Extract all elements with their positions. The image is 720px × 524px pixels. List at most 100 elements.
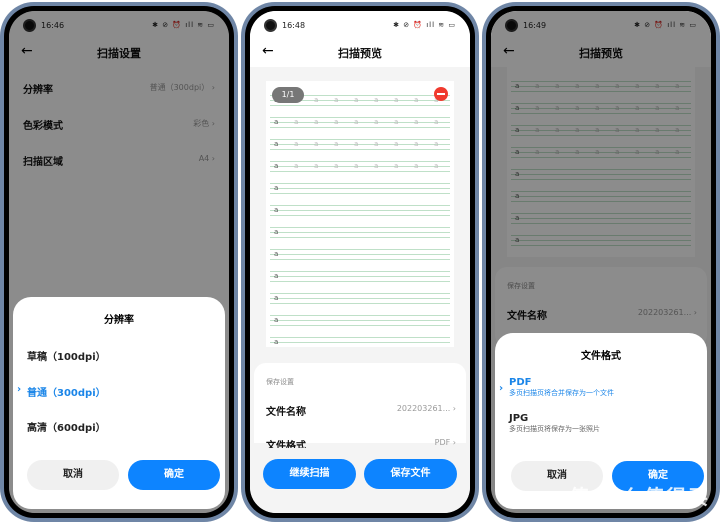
guide-line: [270, 298, 450, 299]
row-file-name[interactable]: 文件名称 202203261... ›: [266, 403, 456, 423]
guide-line: [270, 127, 450, 128]
letter-glyph: a: [314, 96, 319, 104]
option-desc: 多页扫描页将保存为一张照片: [509, 425, 600, 433]
guide-line: [270, 281, 450, 282]
sheet-title: 分辨率: [104, 315, 134, 326]
resolution-sheet: 分辨率 草稿（100dpi） › 普通（300dpi） 高清（600dpi） 取消…: [13, 297, 225, 509]
scan-page-preview[interactable]: 1/1 a a a a a a a a a a a a a a a a a a a a a a a a a a a a a a a a a a a a…: [266, 81, 454, 347]
guide-line: [270, 210, 450, 211]
guide-line: [270, 271, 450, 272]
camera-icon: [264, 19, 277, 32]
letter-glyph: a: [274, 228, 279, 236]
confirm-button[interactable]: 确定: [128, 460, 220, 490]
letter-glyph: a: [334, 96, 339, 104]
letter-glyph: a: [294, 118, 299, 126]
guide-line: [270, 259, 450, 260]
guide-line: [270, 315, 450, 316]
guide-line: [270, 254, 450, 255]
header: ← 扫描预览: [250, 39, 470, 69]
guide-line: [270, 188, 450, 189]
section-label: 保存设置: [266, 378, 294, 386]
letter-glyph: a: [274, 140, 279, 148]
phone-resolution: 16:46 ✱ ⊘ ⏰ ıll ≋ ▭ ← 扫描设置 分辨率 普通（300dpi） ›…: [0, 2, 238, 522]
row-value: 202203261...: [396, 404, 451, 413]
letter-glyph: a: [394, 118, 399, 126]
option-pdf[interactable]: › PDF 多页扫描页将合并保存为一个文件: [499, 377, 614, 398]
delete-page-icon[interactable]: [434, 87, 448, 101]
guide-line: [270, 342, 450, 343]
guide-line: [270, 320, 450, 321]
option-high[interactable]: 高清（600dpi）: [27, 419, 106, 434]
letter-glyph: a: [414, 140, 419, 148]
letter-glyph: a: [274, 294, 279, 302]
option-label: 普通（300dpi）: [27, 388, 106, 399]
selected-chevron-icon: ›: [17, 384, 22, 395]
guide-line: [270, 193, 450, 194]
cancel-button[interactable]: 取消: [27, 460, 119, 490]
letter-glyph: a: [274, 316, 279, 324]
row-label: 文件名称: [266, 407, 306, 418]
letter-glyph: a: [434, 162, 439, 170]
letter-glyph: a: [354, 96, 359, 104]
option-label: PDF: [509, 377, 532, 388]
save-settings-card: 保存设置 文件名称 202203261... › 文件格式 PDF ›: [254, 363, 466, 452]
letter-glyph: a: [334, 118, 339, 126]
letter-glyph: a: [274, 118, 279, 126]
phone-preview: 16:48 ✱ ⊘ ⏰ ıll ≋ ▭ ← 扫描预览 1/1 a a a a a a a a a a a…: [241, 2, 479, 522]
continue-scan-button[interactable]: 继续扫描: [263, 459, 356, 489]
option-jpg[interactable]: JPG 多页扫描页将保存为一张照片: [509, 413, 600, 434]
letter-glyph: a: [274, 184, 279, 192]
letter-glyph: a: [334, 162, 339, 170]
letter-glyph: a: [394, 96, 399, 104]
guide-line: [270, 149, 450, 150]
guide-line: [270, 276, 450, 277]
option-normal[interactable]: › 普通（300dpi）: [17, 384, 106, 399]
letter-glyph: a: [354, 140, 359, 148]
guide-line: [270, 227, 450, 228]
phone-format: 16:49 ✱ ⊘ ⏰ ıll ≋ ▭ ← 扫描预览 aaaaaaaaaaaaaaa…: [482, 2, 720, 522]
save-file-button[interactable]: 保存文件: [364, 459, 457, 489]
guide-line: [270, 215, 450, 216]
letter-glyph: a: [414, 118, 419, 126]
page-counter: 1/1: [272, 87, 304, 103]
letter-glyph: a: [274, 338, 279, 346]
guide-line: [270, 205, 450, 206]
row-value: PDF: [434, 438, 451, 447]
guide-line: [270, 303, 450, 304]
guide-line: [270, 105, 450, 106]
letter-glyph: a: [374, 162, 379, 170]
letter-glyph: a: [354, 118, 359, 126]
clock: 16:48: [282, 21, 306, 30]
status-icons: ✱ ⊘ ⏰ ıll ≋ ▭: [393, 21, 456, 29]
letter-glyph: a: [294, 162, 299, 170]
option-draft[interactable]: 草稿（100dpi）: [27, 348, 106, 363]
guide-line: [270, 171, 450, 172]
letter-glyph: a: [434, 118, 439, 126]
sheet-title: 文件格式: [581, 351, 621, 362]
letter-glyph: a: [274, 206, 279, 214]
watermark: 值 什么值得买: [569, 485, 710, 509]
guide-line: [270, 183, 450, 184]
option-label: JPG: [509, 413, 529, 424]
guide-line: [270, 337, 450, 338]
letter-glyph: a: [374, 96, 379, 104]
option-desc: 多页扫描页将合并保存为一个文件: [509, 389, 614, 397]
letter-glyph: a: [374, 140, 379, 148]
letter-glyph: a: [414, 96, 419, 104]
letter-glyph: a: [434, 140, 439, 148]
guide-line: [270, 325, 450, 326]
letter-glyph: a: [294, 140, 299, 148]
letter-glyph: a: [314, 118, 319, 126]
letter-glyph: a: [274, 162, 279, 170]
letter-glyph: a: [394, 162, 399, 170]
letter-glyph: a: [314, 162, 319, 170]
letter-glyph: a: [314, 140, 319, 148]
status-bar: 16:48 ✱ ⊘ ⏰ ıll ≋ ▭: [250, 19, 470, 37]
letter-glyph: a: [274, 272, 279, 280]
page-title: 扫描预览: [338, 47, 382, 60]
letter-glyph: a: [334, 140, 339, 148]
letter-glyph: a: [274, 250, 279, 258]
letter-glyph: a: [394, 140, 399, 148]
selected-chevron-icon: ›: [499, 383, 504, 394]
letter-glyph: a: [414, 162, 419, 170]
